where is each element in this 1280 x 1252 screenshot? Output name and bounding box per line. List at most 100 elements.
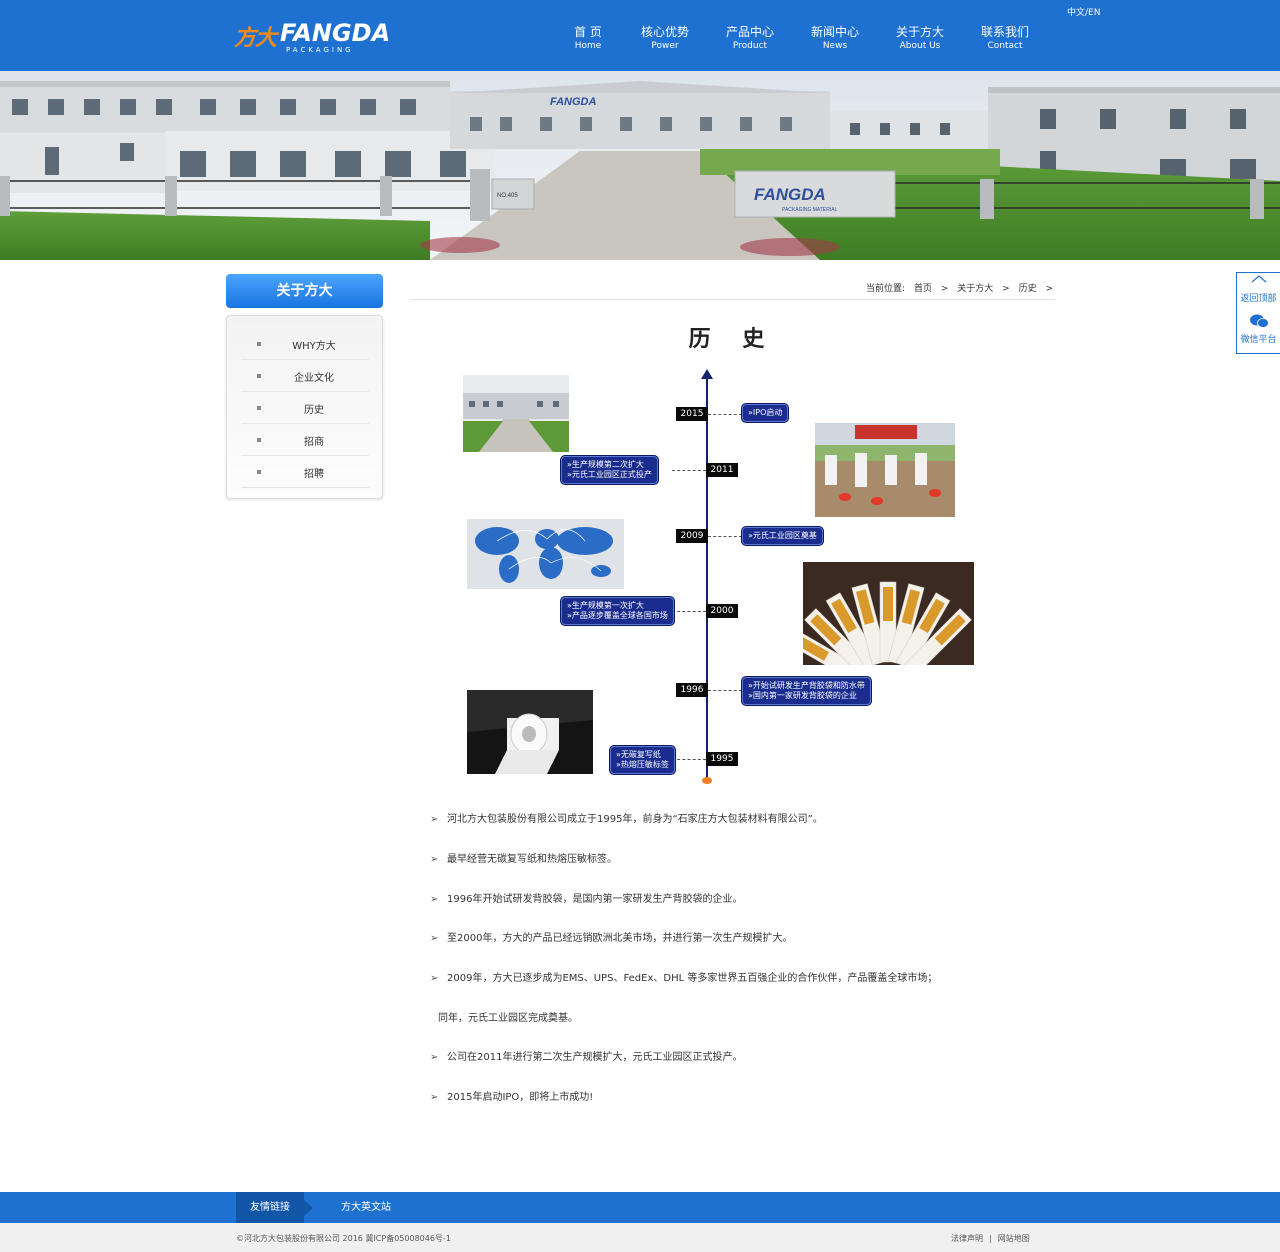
sidebar-item-label: 招聘 [304, 469, 324, 480]
arrow-right-icon: ➢ [430, 814, 439, 825]
nav-contact[interactable]: 联系我们 Contact [963, 25, 1047, 52]
label-roll-illustration [467, 690, 593, 774]
nav-sublabel: News [822, 41, 848, 51]
ceremony-photo-illustration [815, 423, 955, 517]
timeline-connector [672, 759, 706, 760]
nav-about[interactable]: 关于方大 About Us [878, 25, 962, 52]
sidebar-item-culture[interactable]: 企业文化 [241, 360, 369, 392]
timeline-connector [708, 690, 742, 691]
floating-toolbar: 返回顶部 微信平台 [1236, 272, 1280, 354]
timeline-connector [672, 611, 706, 612]
timeline-event: »生产规模第一次扩大 »产品逐步覆盖全球各国市场 [561, 597, 674, 625]
timeline-event: »开始试研发生产背胶袋和防水带 »国内第一家研发背胶袋的企业 [742, 677, 871, 705]
logo[interactable]: 方大 FANGDA PACKAGING [234, 19, 409, 54]
arrow-right-icon: ➢ [430, 1052, 439, 1063]
timeline-event: »IPO启动 [742, 404, 789, 422]
breadcrumb-history[interactable]: 历史 [1019, 284, 1037, 294]
sidebar-item-label: 招商 [304, 437, 324, 448]
nav-label: 核心优势 [640, 25, 689, 39]
event-line: »生产规模第二次扩大 [567, 460, 644, 469]
nav-sublabel: Contact [987, 41, 1023, 51]
history-paragraph: ➢ 公司在2011年进行第二次生产规模扩大，元氏工业园区正式投产。 [430, 1048, 742, 1063]
banner-image: FANGDA FANGDA PACKAGING MATERIAL NO.405 [0, 71, 1280, 260]
timeline-axis [706, 374, 708, 782]
header: 方大 FANGDA PACKAGING 中文/EN 首 页 Home 核心优势 … [0, 0, 1280, 71]
nav-power[interactable]: 核心优势 Power [623, 25, 707, 52]
event-line: »生产规模第一次扩大 [567, 601, 644, 610]
year-label: 1996 [676, 683, 708, 697]
nav-sublabel: Power [651, 41, 679, 51]
timeline-connector [708, 414, 742, 415]
legal-link[interactable]: 法律声明 [951, 1234, 983, 1243]
language-switch[interactable]: 中文/EN [1067, 5, 1100, 18]
footer-separator: | [989, 1234, 992, 1243]
breadcrumb: 当前位置: 首页 > 关于方大 > 历史 > [410, 279, 1055, 300]
sidebar-item-why[interactable]: WHY方大 [241, 328, 369, 360]
friend-links-tab: 友情链接 [236, 1192, 304, 1223]
sidebar-menu: WHY方大 企业文化 历史 招商 招聘 [226, 315, 383, 499]
nav-sublabel: Product [732, 41, 768, 51]
event-line: »国内第一家研发背胶袋的企业 [748, 691, 857, 700]
sidebar-item-recruit[interactable]: 招聘 [241, 456, 369, 488]
sidebar-item-history[interactable]: 历史 [241, 392, 369, 424]
nav-product[interactable]: 产品中心 Product [708, 25, 792, 52]
labels-photo-illustration [803, 562, 974, 665]
timeline-event: »元氏工业园区奠基 [742, 527, 823, 545]
photo-label-roll [467, 690, 593, 774]
friend-links-bar: 友情链接 方大英文站 [0, 1192, 1280, 1223]
breadcrumb-about[interactable]: 关于方大 [957, 284, 993, 294]
arrow-up-icon [701, 369, 713, 379]
event-line: »元氏工业园区奠基 [748, 531, 817, 540]
gate-number: NO.405 [497, 193, 518, 199]
arrow-right-icon: ➢ [430, 894, 439, 905]
footer-links: 法律声明 | 网站地图 [951, 1233, 1030, 1244]
year-label: 2009 [676, 529, 708, 543]
photo-factory [463, 375, 569, 452]
timeline-connector [708, 536, 742, 537]
tab-arrow-icon [304, 1200, 313, 1216]
page-title: 历 史 [688, 327, 777, 352]
event-line: »元氏工业园区正式投产 [567, 470, 652, 479]
photo-products [803, 562, 974, 665]
history-paragraph: 同年，元氏工业园区完成奠基。 [438, 1009, 578, 1024]
nav-news[interactable]: 新闻中心 News [793, 25, 877, 52]
timeline-event: »无碳复写纸 »热熔压敏标签 [610, 746, 675, 774]
arrow-right-icon: ➢ [430, 933, 439, 944]
nav-home[interactable]: 首 页 Home [546, 25, 630, 52]
factory-illustration: FANGDA FANGDA PACKAGING MATERIAL NO.405 [0, 71, 1280, 260]
nav-label: 产品中心 [725, 25, 774, 39]
english-site-link[interactable]: 方大英文站 [341, 1192, 391, 1223]
world-map-illustration [467, 519, 624, 589]
wechat-button[interactable]: 微信平台 [1237, 313, 1280, 345]
history-paragraph: ➢ 至2000年，方大的产品已经远销欧洲北美市场，并进行第一次生产规模扩大。 [430, 929, 792, 944]
event-line: »热熔压敏标签 [616, 760, 669, 769]
history-paragraph: ➢ 1996年开始试研发背胶袋，是国内第一家研发生产背胶袋的企业。 [430, 890, 742, 905]
nav-sublabel: About Us [899, 41, 941, 51]
history-paragraph: ➢ 2009年，方大已逐步成为EMS、UPS、FedEx、DHL 等多家世界五百强… [430, 969, 937, 984]
arrow-right-icon: ➢ [430, 1092, 439, 1103]
gate-sub-sign: PACKAGING MATERIAL [782, 207, 838, 213]
breadcrumb-separator: > [1045, 284, 1053, 294]
timeline-connector [672, 470, 706, 471]
paragraph-text: 2009年，方大已逐步成为EMS、UPS、FedEx、DHL 等多家世界五百强企… [447, 973, 938, 984]
history-timeline: 2015 »IPO启动 2011 »生产规模第二次扩大 »元氏工业园区正式投产 … [410, 360, 1055, 790]
wechat-icon [1249, 314, 1269, 328]
back-to-top-button[interactable]: 返回顶部 [1237, 275, 1280, 304]
timeline-origin-dot [702, 777, 712, 784]
sidebar-item-label: 企业文化 [294, 373, 334, 384]
footer: ©河北方大包装股份有限公司 2016 冀ICP备05008046号-1 法律声明… [0, 1223, 1280, 1252]
event-line: »IPO启动 [748, 408, 783, 417]
breadcrumb-separator: > [940, 284, 949, 294]
paragraph-text: 公司在2011年进行第二次生产规模扩大，元氏工业园区正式投产。 [447, 1052, 743, 1063]
year-label: 1995 [706, 752, 738, 766]
history-paragraph: ➢ 河北方大包装股份有限公司成立于1995年，前身为“石家庄方大包装材料有限公司”… [430, 810, 823, 825]
sitemap-link[interactable]: 网站地图 [998, 1234, 1030, 1243]
timeline-event: »生产规模第二次扩大 »元氏工业园区正式投产 [561, 456, 658, 484]
factory-photo-illustration [463, 375, 569, 452]
logo-sub: PACKAGING [286, 46, 354, 54]
photo-world-map [467, 519, 624, 589]
breadcrumb-home[interactable]: 首页 [914, 284, 932, 294]
chevron-up-icon [1251, 275, 1266, 283]
sidebar-item-investment[interactable]: 招商 [241, 424, 369, 456]
gate-sign: FANGDA [754, 185, 826, 204]
